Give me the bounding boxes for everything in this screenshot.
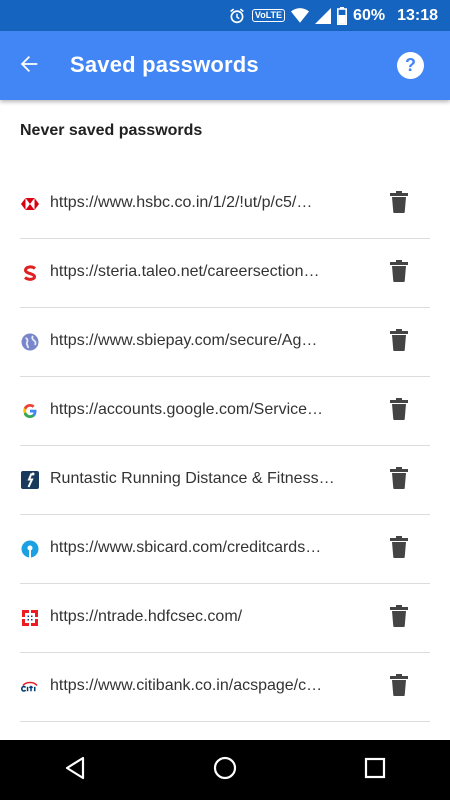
list-item-text: https://www.citibank.co.in/acspage/c…	[50, 677, 323, 694]
globe-favicon	[20, 332, 40, 352]
trash-icon	[390, 328, 408, 356]
help-icon: ?	[405, 55, 416, 75]
never-saved-list: https://www.hsbc.co.in/1/2/!ut/p/c5/… ht…	[0, 170, 450, 722]
page-title: Saved passwords	[70, 52, 259, 77]
home-circle-icon	[213, 756, 237, 785]
list-item-text: https://ntrade.hdfcsec.com/	[50, 608, 243, 625]
nav-recents-button[interactable]	[351, 746, 399, 794]
citi-favicon	[20, 677, 40, 697]
trash-icon	[390, 397, 408, 425]
delete-button[interactable]	[385, 328, 413, 356]
section-heading: Never saved passwords	[20, 122, 203, 139]
hdfc-favicon	[20, 608, 40, 628]
battery-percent: 60%	[353, 6, 386, 24]
list-item[interactable]: Runtastic Running Distance & Fitness…	[20, 446, 430, 515]
list-item[interactable]: https://steria.taleo.net/careersection…	[20, 239, 430, 308]
list-item[interactable]: https://www.hsbc.co.in/1/2/!ut/p/c5/…	[20, 170, 430, 239]
trash-icon	[390, 190, 408, 218]
delete-button[interactable]	[385, 259, 413, 287]
runtastic-favicon	[20, 470, 40, 490]
list-item-text: https://www.sbiepay.com/secure/Ag…	[50, 332, 318, 349]
list-item-text: Runtastic Running Distance & Fitness…	[50, 470, 335, 487]
app-bar: Saved passwords ?	[0, 31, 450, 100]
back-triangle-icon	[64, 756, 86, 785]
trash-icon	[390, 466, 408, 494]
volte-badge: VoLTE	[251, 9, 286, 22]
trash-icon	[390, 673, 408, 701]
signal-icon	[315, 7, 332, 24]
list-item-text: https://www.hsbc.co.in/1/2/!ut/p/c5/…	[50, 194, 313, 211]
clock: 13:18	[397, 6, 438, 24]
status-bar: VoLTE 60% 13:18	[0, 0, 450, 31]
list-item[interactable]: https://accounts.google.com/Service…	[20, 377, 430, 446]
list-item[interactable]: https://www.sbiepay.com/secure/Ag…	[20, 308, 430, 377]
delete-button[interactable]	[385, 397, 413, 425]
list-item-text: https://steria.taleo.net/careersection…	[50, 263, 320, 280]
arrow-left-icon	[18, 53, 40, 80]
list-item-text: https://www.sbicard.com/creditcards…	[50, 539, 322, 556]
list-item[interactable]: https://www.sbicard.com/creditcards…	[20, 515, 430, 584]
trash-icon	[390, 535, 408, 563]
list-item-text: https://accounts.google.com/Service…	[50, 401, 324, 418]
trash-icon	[390, 604, 408, 632]
google-favicon	[20, 401, 40, 421]
help-button[interactable]: ?	[397, 52, 424, 79]
wifi-icon	[291, 7, 310, 24]
sbi-favicon	[20, 539, 40, 559]
hsbc-favicon	[20, 194, 40, 214]
system-nav-bar	[0, 740, 450, 800]
list-item[interactable]: https://www.citibank.co.in/acspage/c…	[20, 653, 430, 722]
list-item[interactable]: https://ntrade.hdfcsec.com/	[20, 584, 430, 653]
recents-square-icon	[364, 757, 386, 784]
nav-home-button[interactable]	[201, 746, 249, 794]
delete-button[interactable]	[385, 673, 413, 701]
delete-button[interactable]	[385, 535, 413, 563]
delete-button[interactable]	[385, 466, 413, 494]
delete-button[interactable]	[385, 190, 413, 218]
main-content: Never saved passwords https://www.hsbc.c…	[0, 100, 450, 740]
trash-icon	[390, 259, 408, 287]
steria-favicon	[20, 263, 40, 283]
alarm-icon	[228, 7, 246, 25]
nav-back-button[interactable]	[51, 746, 99, 794]
battery-icon	[337, 6, 348, 25]
back-button[interactable]	[14, 51, 44, 81]
delete-button[interactable]	[385, 604, 413, 632]
